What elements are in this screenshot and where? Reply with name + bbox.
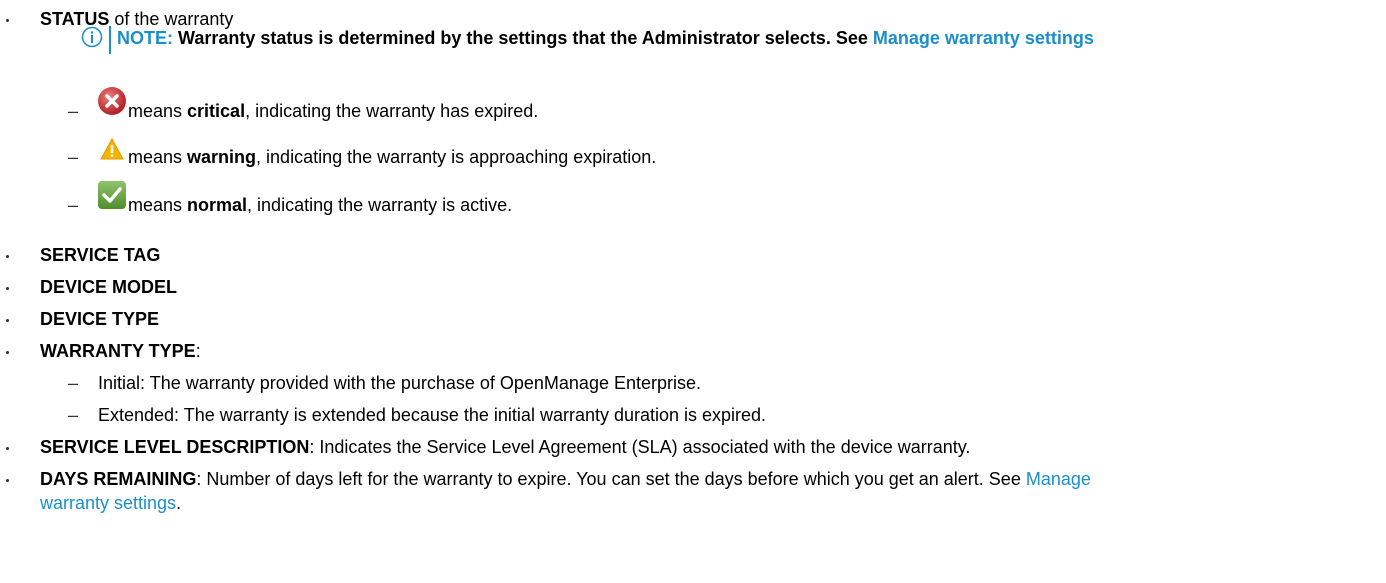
critical-icon [98, 87, 126, 115]
device-type-label: DEVICE TYPE [40, 309, 160, 329]
critical-label: critical [187, 101, 246, 121]
warranty-settings-link[interactable]: warranty settings [40, 493, 176, 513]
warranty-initial-text: Initial: The warranty provided with the … [98, 373, 701, 393]
warranty-type-label: WARRANTY TYPE [40, 341, 196, 361]
normal-check-icon [98, 181, 126, 209]
normal-label: normal [187, 195, 248, 215]
bullet [6, 19, 9, 22]
note-label: NOTE: [117, 28, 173, 48]
warranty-extended-text: Extended: The warranty is extended becau… [98, 405, 767, 425]
device-model-label: DEVICE MODEL [40, 277, 178, 297]
service-tag-label: SERVICE TAG [40, 245, 161, 265]
days-remaining-text: : Number of days left for the warranty t… [196, 469, 1026, 489]
manage-warranty-settings-link[interactable]: Manage warranty settings [873, 28, 1094, 48]
info-icon [81, 26, 103, 48]
note-text: Warranty status is determined by the set… [173, 28, 873, 48]
days-remaining-label: DAYS REMAINING [40, 469, 197, 489]
service-level-label: SERVICE LEVEL DESCRIPTION [40, 437, 310, 457]
status-text: of the warranty [109, 9, 234, 29]
note-divider [109, 26, 111, 54]
manage-link[interactable]: Manage [1026, 469, 1091, 489]
service-level-text: : Indicates the Service Level Agreement … [309, 437, 971, 457]
warning-icon [100, 137, 124, 160]
warning-label: warning [187, 147, 257, 167]
